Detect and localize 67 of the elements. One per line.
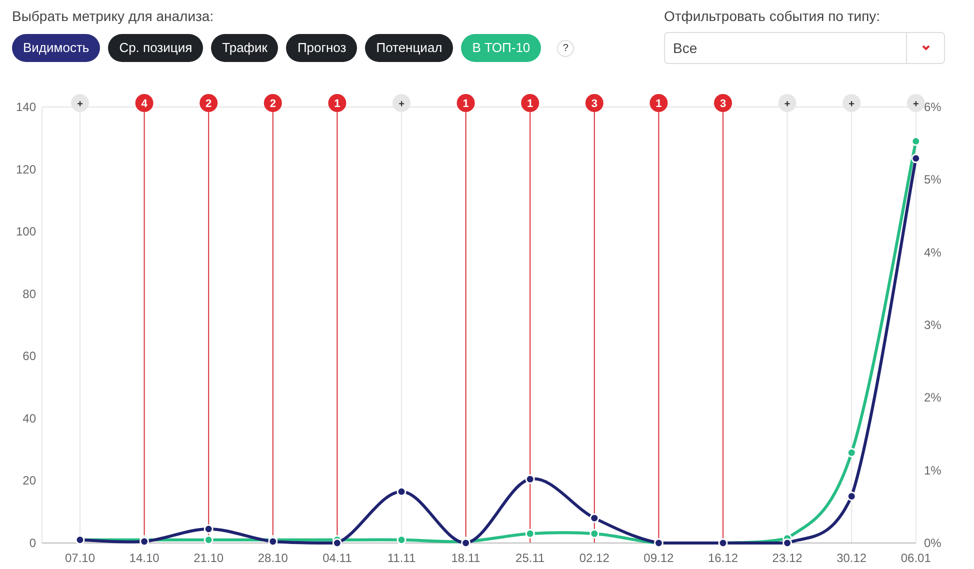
data-point bbox=[911, 136, 921, 146]
axis-label: 02.12 bbox=[579, 551, 610, 565]
axis-label: 3% bbox=[924, 318, 942, 332]
event-count-marker[interactable]: 1 bbox=[456, 94, 475, 112]
help-icon[interactable]: ? bbox=[557, 40, 574, 56]
data-point bbox=[911, 154, 921, 164]
data-point bbox=[396, 535, 406, 545]
event-count-marker[interactable]: 2 bbox=[200, 94, 218, 112]
axis-label: 0 bbox=[29, 536, 36, 550]
metric-tab[interactable]: Видимость bbox=[12, 34, 100, 62]
axis-label: 6% bbox=[924, 100, 942, 114]
add-event-button[interactable]: + bbox=[906, 94, 925, 112]
metric-tab[interactable]: Потенциал bbox=[365, 34, 454, 62]
axis-label: 100 bbox=[16, 224, 36, 239]
axis-label: 1% bbox=[924, 463, 942, 478]
event-count-marker[interactable]: 3 bbox=[585, 94, 604, 112]
axis-label: 21.10 bbox=[194, 551, 224, 565]
axis-label: 80 bbox=[22, 286, 36, 301]
data-point bbox=[846, 448, 856, 458]
data-point bbox=[525, 474, 535, 484]
axis-label: 11.11 bbox=[387, 551, 416, 565]
axis-label: 120 bbox=[16, 162, 36, 176]
data-point bbox=[332, 538, 342, 548]
axis-label: 5% bbox=[924, 172, 942, 187]
metric-tab[interactable]: Ср. позиция bbox=[108, 34, 204, 62]
axis-label: 18.11 bbox=[451, 551, 480, 565]
filter-label: Отфильтровать события по типу: bbox=[664, 7, 882, 26]
data-point bbox=[525, 528, 535, 538]
add-event-button[interactable]: + bbox=[71, 94, 89, 112]
data-point bbox=[782, 538, 792, 548]
event-count-marker[interactable]: 4 bbox=[135, 94, 154, 112]
axis-label: 07.10 bbox=[64, 551, 96, 565]
data-point bbox=[396, 486, 406, 496]
axis-label: 04.11 bbox=[322, 551, 352, 565]
axis-label: 09.12 bbox=[644, 551, 674, 565]
axis-label: 14.10 bbox=[129, 551, 160, 565]
axis-label: 23.12 bbox=[772, 551, 802, 565]
metric-tab[interactable]: Трафик bbox=[211, 34, 278, 62]
event-count-marker[interactable]: 1 bbox=[328, 94, 346, 112]
chevron-down-icon bbox=[922, 45, 930, 51]
data-point bbox=[204, 524, 214, 534]
add-event-button[interactable]: + bbox=[392, 94, 410, 112]
event-type-select[interactable]: Все bbox=[664, 32, 945, 64]
data-point bbox=[846, 492, 856, 502]
axis-label: 40 bbox=[22, 411, 36, 426]
axis-label: 2% bbox=[924, 390, 942, 405]
data-point bbox=[590, 513, 600, 523]
axis-label: 16.12 bbox=[708, 551, 738, 565]
axis-label: 20 bbox=[22, 474, 36, 488]
add-event-button[interactable]: + bbox=[778, 94, 796, 112]
axis-label: 30.12 bbox=[836, 551, 867, 565]
event-count-marker[interactable]: 1 bbox=[521, 94, 540, 112]
axis-label: 140 bbox=[16, 100, 36, 114]
metric-label: Выбрать метрику для анализа: bbox=[12, 7, 215, 26]
add-event-button[interactable]: + bbox=[842, 94, 861, 112]
axis-label: 0% bbox=[924, 536, 942, 550]
axis-label: 25.11 bbox=[516, 551, 545, 565]
axis-label: 60 bbox=[22, 349, 36, 364]
axis-label: 4% bbox=[924, 245, 942, 260]
axis-label: 06.01 bbox=[900, 551, 931, 565]
data-point bbox=[204, 535, 214, 545]
axis-label: 28.10 bbox=[258, 551, 288, 565]
metric-tab[interactable]: Прогноз bbox=[286, 34, 358, 62]
data-point bbox=[590, 528, 600, 538]
event-count-marker[interactable]: 3 bbox=[714, 94, 732, 112]
event-count-marker[interactable]: 1 bbox=[650, 94, 668, 112]
event-count-marker[interactable]: 2 bbox=[264, 94, 282, 112]
